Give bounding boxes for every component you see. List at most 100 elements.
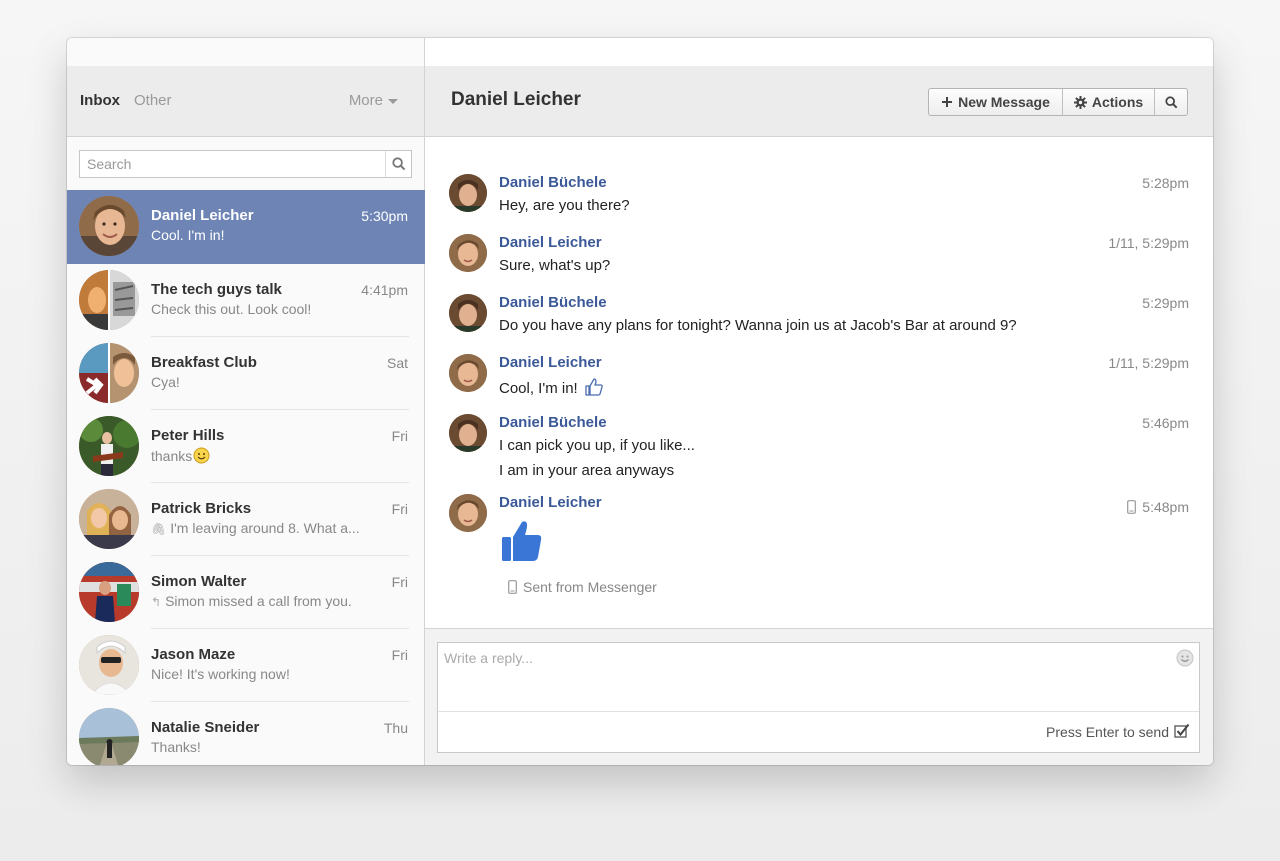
press-enter-checkbox[interactable] <box>1174 723 1190 744</box>
checkbox-checked-icon <box>1174 723 1190 738</box>
reply-arrow-icon: ↰ <box>151 595 162 609</box>
thread-time: Fri <box>391 574 408 590</box>
message-time: 5:46pm <box>1142 415 1189 431</box>
thread-name: The tech guys talk <box>151 281 282 298</box>
thread-name: Daniel Leicher <box>151 207 254 224</box>
message-sender[interactable]: Daniel Büchele <box>499 174 607 191</box>
thread-name: Breakfast Club <box>151 354 257 371</box>
message-sender[interactable]: Daniel Leicher <box>499 354 602 371</box>
sidebar: Inbox Other More Daniel Leicher 5:30pm C… <box>67 38 425 765</box>
thread-time: Fri <box>391 428 408 444</box>
header-button-group: New Message Actions <box>928 88 1188 116</box>
thread-name: Jason Maze <box>151 646 236 663</box>
avatar <box>79 343 139 403</box>
thread-snippet: Nice! It's working now! <box>151 666 290 682</box>
tab-inbox[interactable]: Inbox <box>80 92 120 109</box>
thread-item[interactable]: Breakfast Club Sat Cya! <box>67 337 425 410</box>
avatar <box>449 494 487 532</box>
avatar <box>449 234 487 272</box>
thread-item[interactable]: Patrick Bricks Fri 🖇 I'm leaving around 8… <box>67 483 425 556</box>
thread-name: Patrick Bricks <box>151 500 252 517</box>
message-time: 5:48pm <box>1127 499 1189 515</box>
actions-label: Actions <box>1091 94 1144 110</box>
avatar <box>79 562 139 622</box>
thread-snippet-text: I'm leaving around 8. What a... <box>170 520 360 536</box>
thread-list: Daniel Leicher 5:30pm Cool. I'm in! The … <box>67 190 425 765</box>
more-dropdown[interactable]: More <box>349 92 398 109</box>
message-time: 1/11, 5:29pm <box>1108 235 1189 251</box>
reply-input[interactable] <box>438 643 1168 709</box>
conversation-pane: Daniel Leicher New Message Actions Danie… <box>425 38 1213 765</box>
avatar <box>449 174 487 212</box>
message: Daniel Leicher 1/11, 5:29pm Cool, I'm in… <box>449 354 1189 402</box>
conversation-search-button[interactable] <box>1154 89 1187 115</box>
thread-snippet: Thanks! <box>151 739 201 755</box>
thread-time: 5:30pm <box>361 208 408 224</box>
message-text: Cool, I'm in! <box>499 377 604 397</box>
emoji-button[interactable] <box>1176 649 1194 672</box>
thread-item[interactable]: Natalie Sneider Thu Thanks! <box>67 702 425 765</box>
more-label: More <box>348 92 383 109</box>
thread-item[interactable]: Peter Hills Fri thanks <box>67 410 425 483</box>
message-text: Hey, are you there? <box>499 197 630 214</box>
thread-time: 4:41pm <box>361 282 408 298</box>
thread-snippet: Cya! <box>151 374 180 390</box>
message: Daniel Leicher 5:48pm Sent from Messenge… <box>449 494 1189 604</box>
thumbs-up-sticker-icon <box>502 521 542 561</box>
actions-button[interactable]: Actions <box>1062 89 1154 115</box>
avatar <box>449 414 487 452</box>
avatar <box>79 196 139 256</box>
thumbs-up-outline-icon <box>585 378 603 396</box>
mobile-phone-icon <box>1127 500 1137 514</box>
message-time: 1/11, 5:29pm <box>1108 355 1189 371</box>
thread-time: Sat <box>386 355 408 371</box>
sidebar-header: Inbox Other More <box>67 66 424 137</box>
messenger-window: Inbox Other More Daniel Leicher 5:30pm C… <box>67 38 1213 765</box>
composer-area: Press Enter to send <box>425 628 1213 765</box>
message-sender[interactable]: Daniel Büchele <box>499 414 607 431</box>
smiley-emoji-icon <box>193 447 210 464</box>
message-text-content: Cool, I'm in! <box>499 380 578 397</box>
avatar <box>79 489 139 549</box>
sent-from-text[interactable]: Sent from Messenger <box>523 579 657 595</box>
sent-from-label: Sent from Messenger <box>508 579 657 595</box>
thread-item[interactable]: The tech guys talk 4:41pm Check this out… <box>67 264 425 337</box>
thread-item[interactable]: Simon Walter Fri ↰ Simon missed a call fr… <box>67 556 425 629</box>
new-message-button[interactable]: New Message <box>929 89 1062 115</box>
message-text: I can pick you up, if you like... <box>499 437 695 454</box>
thread-snippet: Cool. I'm in! <box>151 227 225 243</box>
thread-snippet: ↰ Simon missed a call from you. <box>151 593 352 609</box>
thread-item[interactable]: Daniel Leicher 5:30pm Cool. I'm in! <box>67 190 425 264</box>
thread-snippet: thanks <box>151 447 210 464</box>
conversation-header: Daniel Leicher New Message Actions <box>425 66 1213 137</box>
thread-name: Simon Walter <box>151 573 247 590</box>
thread-snippet-text: thanks <box>151 448 193 464</box>
paperclip-icon: 🖇 <box>151 522 167 536</box>
message-sender[interactable]: Daniel Büchele <box>499 294 607 311</box>
thread-item[interactable]: Jason Maze Fri Nice! It's working now! <box>67 629 425 702</box>
avatar <box>79 416 139 476</box>
thread-name: Natalie Sneider <box>151 719 260 736</box>
search-icon <box>1164 95 1177 108</box>
tab-other[interactable]: Other <box>134 92 172 109</box>
thread-snippet: 🖇 I'm leaving around 8. What a... <box>151 520 360 536</box>
message: Daniel Büchele 5:46pm I can pick you up,… <box>449 414 1189 486</box>
thread-time: Fri <box>391 647 408 663</box>
thread-time: Thu <box>383 720 408 736</box>
message-text: Do you have any plans for tonight? Wanna… <box>499 317 1017 334</box>
avatar <box>79 708 139 765</box>
search-input[interactable] <box>80 151 384 177</box>
message: Daniel Leicher 1/11, 5:29pm Sure, what's… <box>449 234 1189 282</box>
message-time: 5:28pm <box>1142 175 1189 191</box>
plus-icon <box>941 96 953 108</box>
message-sender[interactable]: Daniel Leicher <box>499 234 602 251</box>
press-enter-label: Press Enter to send <box>1046 724 1169 740</box>
thread-time: Fri <box>391 501 408 517</box>
message: Daniel Büchele 5:29pm Do you have any pl… <box>449 294 1189 342</box>
search-icon <box>391 157 405 171</box>
search-button[interactable] <box>385 151 411 177</box>
smiley-icon <box>1176 649 1194 667</box>
message-sender[interactable]: Daniel Leicher <box>499 494 602 511</box>
composer: Press Enter to send <box>437 642 1200 753</box>
message-text: Sure, what's up? <box>499 257 611 274</box>
